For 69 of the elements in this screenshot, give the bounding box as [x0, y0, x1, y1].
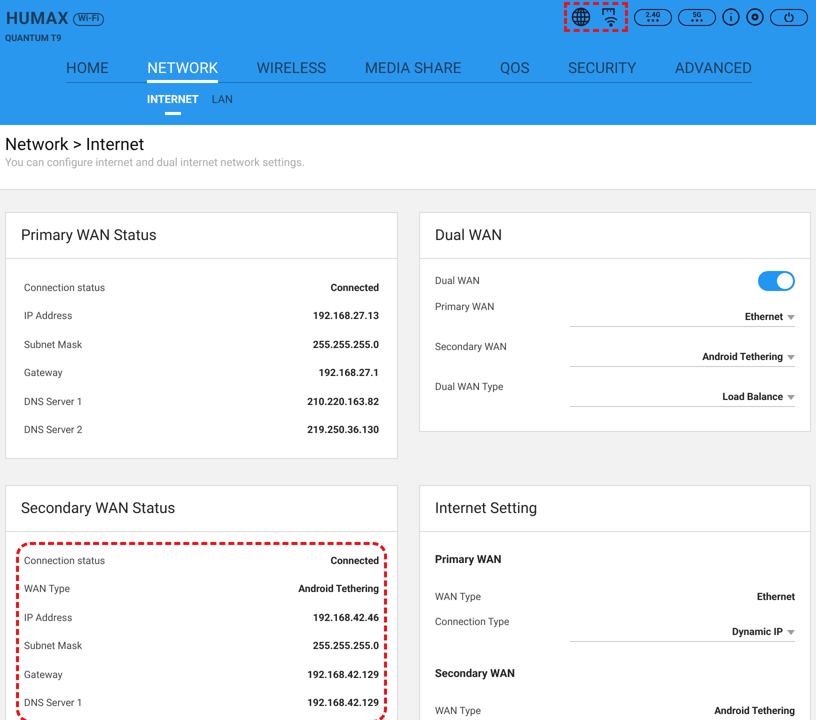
page-subtitle: You can configure internet and dual internet network settings. [5, 155, 306, 171]
dropdown-select[interactable]: Android Tethering [570, 350, 795, 367]
row-label: Connection status [24, 554, 106, 569]
row-label: Gateway [24, 367, 62, 382]
card-title: Primary WAN Status [6, 213, 397, 259]
dropdown-select[interactable]: Dynamic IP [570, 625, 795, 642]
dropdown-select[interactable]: Ethernet [570, 310, 795, 327]
row-value: Ethernet [756, 590, 795, 604]
row-value: 192.168.42.129 [307, 668, 379, 683]
row-value: 192.168.27.13 [312, 310, 379, 324]
nav-tab[interactable]: SECURITY [568, 56, 636, 83]
section-heading: Primary WAN [435, 552, 502, 568]
row-label: Connection Type [435, 616, 510, 630]
row-value: 255.255.255.0 [312, 338, 379, 353]
row-value: 219.250.36.130 [307, 424, 379, 438]
nav-tab[interactable]: ADVANCED [674, 56, 752, 83]
caret-icon [787, 630, 795, 635]
row-value: 192.168.42.129 [307, 697, 379, 712]
row-label: Subnet Mask [24, 640, 82, 654]
row-label: Dual WAN Type [435, 381, 504, 395]
row-label: WAN Type [435, 704, 481, 718]
caret-icon [787, 315, 795, 320]
sub-tab[interactable]: INTERNET [147, 92, 199, 114]
dots-icon [691, 19, 703, 22]
power-button[interactable] [770, 8, 808, 26]
nav-tab[interactable]: MEDIA SHARE [364, 56, 462, 83]
row-value: Android Tethering [714, 704, 795, 718]
dropdown-select[interactable]: Load Balance [570, 390, 795, 407]
card-title: Secondary WAN Status [6, 486, 397, 532]
row-label: Secondary WAN [435, 341, 507, 355]
logo-badge: Wi-Fi [72, 13, 104, 26]
row-value: 192.168.42.46 [312, 612, 379, 626]
row-label: DNS Server 2 [24, 424, 82, 438]
row-value: Android Tethering [298, 583, 379, 598]
row-label: DNS Server 1 [24, 396, 82, 410]
caret-icon [787, 395, 795, 400]
row-label: Dual WAN [435, 274, 480, 288]
nav-tab[interactable]: WIRELESS [256, 56, 326, 83]
row-label: Connection status [24, 282, 106, 296]
nav-tab[interactable]: QOS [500, 56, 530, 83]
row-label: Primary WAN [435, 301, 494, 315]
sub-tab[interactable]: LAN [212, 92, 233, 114]
dots-icon [647, 19, 659, 22]
brand-logo: HUMAX [6, 8, 69, 31]
power-icon [784, 12, 794, 22]
section-heading: Secondary WAN [435, 666, 516, 682]
nav-tab[interactable]: NETWORK [147, 56, 218, 83]
row-label: IP Address [24, 612, 72, 626]
info-icon[interactable] [722, 8, 740, 26]
row-value: Connected [330, 554, 379, 569]
row-label: Subnet Mask [24, 338, 82, 353]
row-value: 192.168.27.1 [318, 367, 379, 382]
nav-tab[interactable]: HOME [66, 56, 109, 83]
row-label: DNS Server 1 [24, 697, 82, 712]
toggle-switch[interactable] [758, 271, 795, 291]
row-label: WAN Type [24, 583, 70, 598]
row-value: 255.255.255.0 [312, 640, 379, 654]
card-title: Dual WAN [420, 213, 810, 259]
caret-icon [787, 355, 795, 360]
row-label: Gateway [24, 668, 62, 683]
row-value: 210.220.163.82 [307, 396, 379, 410]
row-label: WAN Type [435, 590, 481, 604]
row-label: IP Address [24, 310, 72, 324]
card-title: Internet Setting [420, 486, 810, 532]
row-value: Connected [330, 282, 379, 296]
settings-icon[interactable] [746, 8, 764, 26]
page-title: Network > Internet [5, 135, 146, 155]
model-name: QUANTUM T9 [5, 33, 62, 46]
globe-icon[interactable] [571, 7, 591, 27]
